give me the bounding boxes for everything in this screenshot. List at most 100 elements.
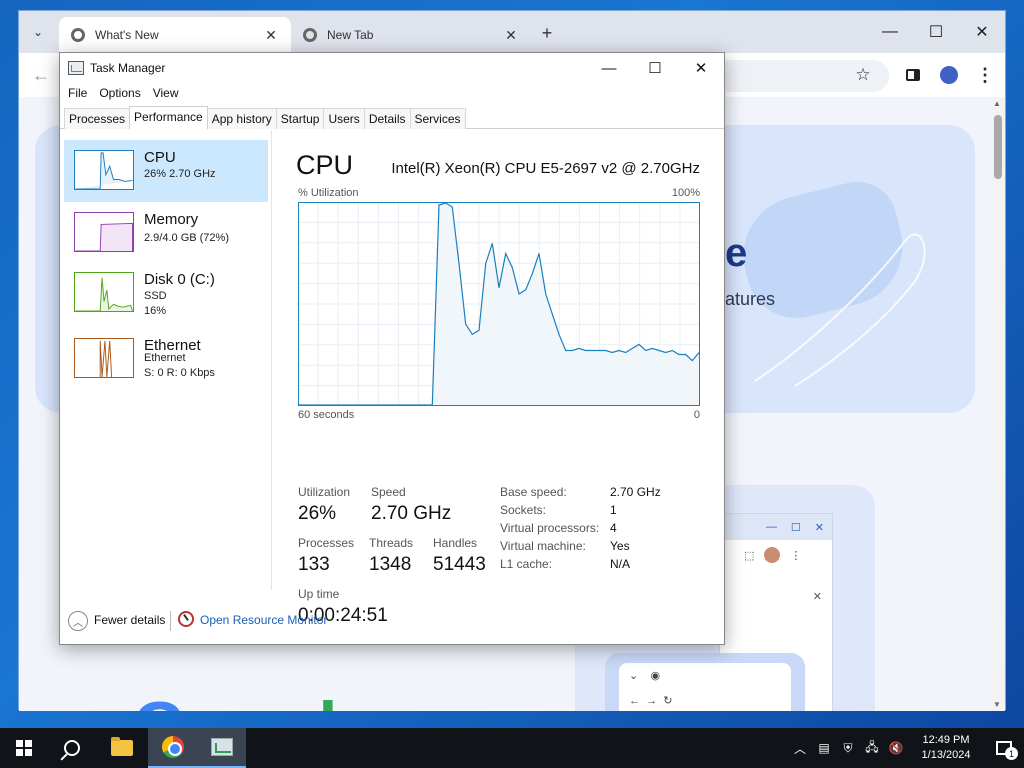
keyboard-icon[interactable]: ▤ — [812, 728, 836, 768]
volume-muted-icon[interactable]: 🔇 — [884, 728, 908, 768]
chevron-down-icon: ⌄ — [32, 25, 44, 39]
chrome-window-controls: — ☐ ✕ — [867, 11, 1005, 53]
handles-value: 51443 — [433, 554, 486, 575]
resource-detail: 26% 2.70 GHz — [144, 168, 216, 180]
kebab-menu-icon[interactable]: ⋮ — [973, 63, 997, 87]
close-button[interactable]: ✕ — [959, 11, 1005, 53]
menu-options[interactable]: Options — [95, 83, 144, 105]
back-arrow-icon[interactable]: ← — [29, 63, 53, 87]
system-tray: ︿ ▤ ⛨ 🖧 🔇 12:49 PM 1/13/2024 1 — [788, 728, 1024, 768]
hero-subtitle: atures — [725, 289, 776, 309]
chrome-favicon-icon — [303, 28, 317, 42]
menu-view[interactable]: View — [149, 83, 183, 105]
close-button[interactable]: ✕ — [678, 53, 724, 83]
maximize-button[interactable]: ☐ — [632, 53, 678, 83]
cpu-mini-graph — [74, 150, 134, 190]
clock-time: 12:49 PM — [922, 734, 970, 746]
chrome-tab-whats-new[interactable]: What's New ✕ — [59, 17, 291, 53]
menu-bar: File Options View — [60, 83, 724, 105]
search-icon — [64, 740, 80, 756]
resource-name: Memory — [144, 211, 199, 228]
scroll-down-icon[interactable]: ▼ — [993, 700, 1001, 709]
scroll-up-icon[interactable]: ▲ — [993, 99, 1001, 108]
tab-app-history[interactable]: App history — [206, 108, 277, 129]
scroll-thumb[interactable] — [994, 115, 1002, 179]
clock[interactable]: 12:49 PM 1/13/2024 — [908, 733, 984, 763]
spec-label: L1 cache: — [500, 557, 553, 571]
file-explorer-button[interactable] — [98, 728, 146, 768]
start-button[interactable] — [0, 728, 48, 768]
search-button[interactable] — [48, 728, 96, 768]
resource-name: CPU — [144, 149, 176, 166]
resource-item-disk[interactable]: Disk 0 (C:) SSD 16% — [64, 262, 268, 324]
notification-icon: 1 — [996, 741, 1018, 760]
tab-startup[interactable]: Startup — [275, 108, 325, 129]
resource-item-ethernet[interactable]: Ethernet Ethernet S: 0 R: 0 Kbps — [64, 328, 268, 390]
profile-icon[interactable] — [937, 63, 961, 87]
spec-value: 4 — [610, 521, 617, 535]
memory-mini-graph — [74, 212, 134, 252]
speed-value: 2.70 GHz — [371, 503, 452, 524]
tab-processes[interactable]: Processes — [64, 108, 131, 129]
disk-mini-graph — [74, 272, 134, 312]
google-logo: Google — [133, 687, 379, 711]
resource-detail: S: 0 R: 0 Kbps — [144, 367, 215, 379]
spec-label: Virtual processors: — [500, 521, 600, 535]
chrome-icon — [162, 736, 184, 758]
tab-performance[interactable]: Performance — [129, 106, 208, 129]
avatar — [764, 547, 781, 563]
resource-detail: 2.9/4.0 GB (72%) — [144, 232, 229, 244]
tab-close-icon[interactable]: ✕ — [503, 27, 519, 44]
resource-list: CPU 26% 2.70 GHz Memory 2.9/4.0 GB (72%)… — [60, 130, 272, 590]
tab-label: What's New — [95, 28, 159, 42]
task-manager-titlebar[interactable]: Task Manager — ☐ ✕ — [60, 53, 724, 83]
tab-services[interactable]: Services — [409, 108, 466, 129]
task-manager-taskbar-button[interactable] — [198, 728, 246, 768]
graph-max-label: 100% — [671, 187, 700, 199]
fewer-details-button[interactable]: Fewer details — [94, 613, 165, 627]
spec-value: 2.70 GHz — [610, 485, 661, 499]
clock-date: 1/13/2024 — [921, 749, 971, 761]
new-tab-button[interactable]: + — [535, 21, 559, 45]
cpu-utilization-graph — [298, 202, 700, 406]
tab-close-icon[interactable]: ✕ — [263, 27, 279, 44]
window-title: Task Manager — [90, 61, 166, 75]
chrome-favicon-icon — [71, 28, 85, 42]
star-icon[interactable]: ☆ — [851, 63, 875, 87]
chevron-up-icon[interactable]: ︿ — [68, 611, 88, 631]
resource-item-cpu[interactable]: CPU 26% 2.70 GHz — [64, 140, 268, 202]
tab-details[interactable]: Details — [363, 108, 411, 129]
utilization-value: 26% — [298, 503, 337, 524]
tab-search-button[interactable]: ⌄ — [25, 19, 51, 45]
minimize-button[interactable]: — — [867, 11, 913, 53]
resource-monitor-icon — [178, 611, 194, 627]
menu-file[interactable]: File — [64, 83, 91, 105]
minimize-button[interactable]: — — [586, 53, 632, 83]
utilization-label: Utilization — [298, 485, 351, 499]
window-controls: — ☐ ✕ — [586, 53, 724, 83]
illustration-mini-browser: ⌄ ◉ ← → ↻ — [605, 653, 805, 711]
side-panel-icon[interactable] — [901, 63, 925, 87]
maximize-button[interactable]: ☐ — [913, 11, 959, 53]
spec-value: N/A — [610, 557, 631, 571]
chrome-tab-new-tab[interactable]: New Tab ✕ — [291, 17, 531, 53]
tab-bar: Processes Performance App history Startu… — [60, 106, 724, 129]
start-icon — [16, 740, 32, 756]
page-scrollbar[interactable]: ▲ ▼ — [991, 97, 1005, 711]
notification-center-button[interactable]: 1 — [984, 728, 1024, 768]
resource-type: Ethernet — [144, 352, 186, 364]
chevron-up-icon[interactable]: ︿ — [788, 728, 812, 768]
file-explorer-icon — [111, 737, 133, 756]
open-resource-monitor-link[interactable]: Open Resource Monitor — [200, 613, 327, 627]
tab-label: New Tab — [327, 28, 374, 42]
spec-label: Virtual machine: — [500, 539, 586, 553]
tab-users[interactable]: Users — [323, 108, 365, 129]
chrome-taskbar-button[interactable] — [148, 728, 198, 768]
security-icon[interactable]: ⛨ — [836, 728, 860, 768]
task-manager-footer: ︿ Fewer details Open Resource Monitor — [60, 599, 724, 645]
spec-value: Yes — [610, 539, 630, 553]
task-manager-icon — [211, 738, 233, 756]
resource-item-memory[interactable]: Memory 2.9/4.0 GB (72%) — [64, 202, 268, 264]
cpu-model: Intel(R) Xeon(R) CPU E5-2697 v2 @ 2.70GH… — [391, 160, 700, 177]
network-icon[interactable]: 🖧 — [860, 728, 884, 768]
